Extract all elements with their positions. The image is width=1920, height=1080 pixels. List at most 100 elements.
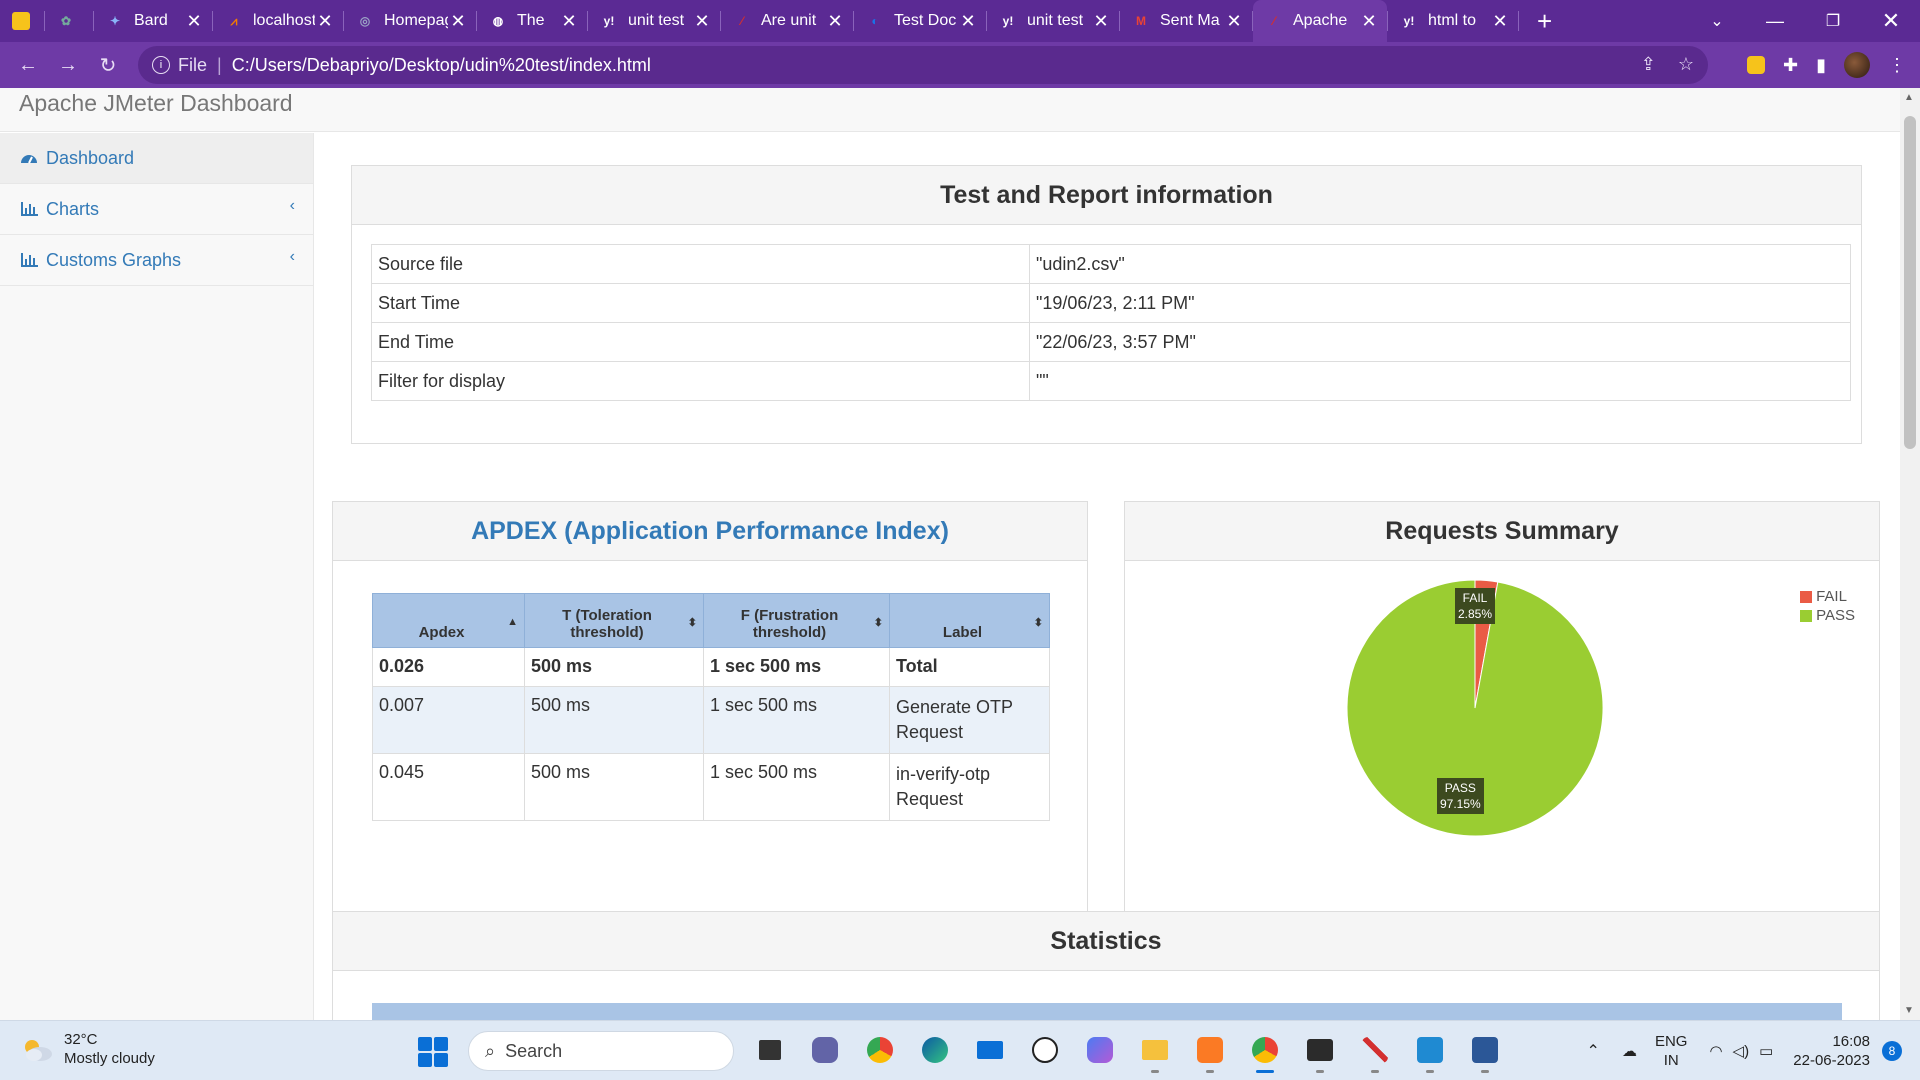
terminal-icon[interactable] — [1302, 1031, 1338, 1073]
language-indicator[interactable]: ENG IN — [1655, 1032, 1688, 1070]
profile-avatar[interactable] — [1844, 52, 1870, 78]
mail-icon[interactable] — [972, 1031, 1008, 1069]
sidebar-item-charts[interactable]: Charts ‹ — [0, 184, 313, 235]
tab-close-icon[interactable]: ✕ — [1091, 11, 1111, 32]
tab-sent-ma[interactable]: M Sent Ma ✕ — [1120, 0, 1252, 42]
tab-the[interactable]: ◍ The ✕ — [477, 0, 587, 42]
tab-bard[interactable]: ✦ Bard ✕ — [94, 0, 212, 42]
table-row: Start Time "19/06/23, 2:11 PM" — [371, 283, 1851, 323]
back-icon[interactable]: ← — [8, 54, 48, 77]
word-icon[interactable] — [1467, 1031, 1503, 1073]
dell-icon[interactable] — [1027, 1031, 1063, 1069]
tab-close-icon[interactable]: ✕ — [448, 11, 468, 32]
info-icon[interactable]: i — [152, 56, 170, 74]
toleration-header[interactable]: T (Toleration threshold) ⬍ — [524, 593, 704, 648]
show-hidden-icons-icon[interactable]: ⌃ — [1587, 1041, 1600, 1061]
vscode-icon[interactable] — [1412, 1031, 1448, 1073]
weather-widget[interactable]: 32°C Mostly cloudy — [20, 1030, 155, 1068]
tab-title: Bard — [134, 12, 168, 29]
chrome-profile-icon[interactable] — [1247, 1031, 1283, 1073]
edge-icon[interactable] — [917, 1031, 953, 1069]
chevron-left-icon[interactable]: ‹ — [290, 197, 295, 215]
sort-icon: ⬍ — [1033, 617, 1043, 629]
wifi-icon[interactable]: ◠ — [1709, 1042, 1722, 1060]
tab-unit-test[interactable]: y! unit test ✕ — [987, 0, 1119, 42]
jmeter-feather-icon: ⁄ — [740, 14, 743, 28]
side-panel-icon[interactable]: ▮ — [1816, 55, 1826, 76]
clock[interactable]: 16:08 22-06-2023 — [1793, 1032, 1870, 1070]
tab-close-icon[interactable]: ✕ — [692, 11, 712, 32]
legend-item-pass[interactable]: PASS — [1800, 607, 1855, 624]
scroll-down-icon[interactable]: ▼ — [1904, 1005, 1914, 1016]
forward-icon[interactable]: → — [48, 54, 88, 77]
sort-icon: ⬍ — [687, 617, 697, 629]
tab-apache[interactable]: ⁄ Apache ✕ — [1253, 0, 1387, 42]
label-header[interactable]: Label ⬍ — [889, 593, 1050, 648]
tab-close-icon[interactable]: ✕ — [315, 11, 335, 32]
legend-item-fail[interactable]: FAIL — [1800, 588, 1855, 605]
page-title[interactable]: Apache JMeter Dashboard — [19, 90, 293, 117]
tab-close-icon[interactable]: ✕ — [1490, 11, 1510, 32]
tab-title: unit test — [1027, 12, 1084, 29]
tab-homepage[interactable]: ◎ Homepage✕ — [344, 0, 476, 42]
tab-close-icon[interactable]: ✕ — [184, 11, 204, 32]
jmeter-icon[interactable] — [1357, 1031, 1393, 1073]
browser-menu-icon[interactable]: ⋮ — [1888, 55, 1906, 76]
apdex-cell: 0.045 — [372, 753, 525, 821]
tab-test-doc[interactable]: ◐ Test Doc ✕ — [854, 0, 986, 42]
tab-pinned-1[interactable]: ✿ — [45, 0, 93, 42]
tab-close-icon[interactable]: ✕ — [825, 11, 845, 32]
onedrive-icon[interactable]: ☁ — [1622, 1042, 1637, 1060]
sidebar-item-customs-graphs[interactable]: Customs Graphs ‹ — [0, 235, 313, 286]
new-tab-button[interactable]: + — [1537, 6, 1552, 37]
xampp-icon[interactable] — [1192, 1031, 1228, 1073]
info-label: End Time — [371, 322, 1030, 362]
keep-extension-icon[interactable] — [1747, 56, 1765, 74]
tab-close-icon[interactable]: ✕ — [958, 11, 978, 32]
toleration-cell: 500 ms — [524, 753, 704, 821]
notification-badge[interactable]: 8 — [1882, 1041, 1902, 1061]
scroll-thumb[interactable] — [1904, 116, 1916, 449]
tab-close-icon[interactable]: ✕ — [1224, 11, 1244, 32]
chrome-icon[interactable] — [862, 1031, 898, 1069]
scroll-up-icon[interactable]: ▲ — [1904, 92, 1914, 103]
tab-are-unit[interactable]: ⁄ Are unit ✕ — [721, 0, 853, 42]
pass-data-label: PASS 97.15% — [1437, 778, 1484, 814]
volume-icon[interactable]: ◁) — [1733, 1042, 1750, 1060]
teams-chat-icon[interactable] — [807, 1031, 843, 1069]
task-view-icon[interactable] — [752, 1031, 788, 1069]
tab-pinned-0[interactable] — [0, 0, 44, 42]
windows-start-icon[interactable] — [418, 1037, 448, 1067]
frustration-header[interactable]: F (Frustration threshold) ⬍ — [703, 593, 890, 648]
sidebar-item-dashboard[interactable]: Dashboard — [0, 133, 313, 184]
apdex-title[interactable]: APDEX (Application Performance Index) — [333, 502, 1087, 561]
info-label: Start Time — [371, 283, 1030, 323]
bookmark-star-icon[interactable]: ☆ — [1678, 54, 1694, 75]
legend-swatch — [1800, 590, 1813, 603]
tab-close-icon[interactable]: ✕ — [559, 11, 579, 32]
reload-icon[interactable]: ↻ — [88, 53, 128, 78]
minimize-icon[interactable]: — — [1746, 0, 1804, 42]
tab-localhost[interactable]: ⩘ localhost ✕ — [213, 0, 343, 42]
copilot-icon[interactable] — [1082, 1031, 1118, 1069]
requests-pie-chart[interactable]: FAIL 2.85% PASS 97.15% — [1345, 578, 1605, 838]
share-icon[interactable]: ⇪ — [1641, 54, 1656, 75]
restore-icon[interactable]: ❐ — [1804, 0, 1862, 42]
openai-icon: ✿ — [60, 14, 72, 28]
extensions-puzzle-icon[interactable]: ✚ — [1783, 55, 1798, 76]
file-explorer-icon[interactable] — [1137, 1031, 1173, 1073]
tab-html-to[interactable]: y! html to ✕ — [1388, 0, 1518, 42]
requests-summary-panel: Requests Summary FAIL 2.85% PASS 97.15% … — [1124, 501, 1880, 938]
apdex-header[interactable]: Apdex ▲ — [372, 593, 525, 648]
tab-search-chevron-icon[interactable]: ⌄ — [1688, 0, 1746, 42]
address-bar[interactable]: i File | C:/Users/Debapriyo/Desktop/udin… — [138, 46, 1708, 84]
battery-icon[interactable]: ▭ — [1759, 1042, 1773, 1060]
url-text[interactable]: C:/Users/Debapriyo/Desktop/udin%20test/i… — [232, 55, 651, 76]
tab-unit-test[interactable]: y! unit test ✕ — [588, 0, 720, 42]
taskbar-search[interactable]: ⌕ Search — [468, 1031, 734, 1071]
close-window-icon[interactable]: ✕ — [1862, 0, 1920, 42]
tab-title: localhost — [253, 12, 315, 29]
page-scrollbar[interactable]: ▲ ▼ — [1900, 88, 1920, 1020]
chevron-left-icon[interactable]: ‹ — [290, 248, 295, 266]
tab-close-icon[interactable]: ✕ — [1359, 11, 1379, 32]
